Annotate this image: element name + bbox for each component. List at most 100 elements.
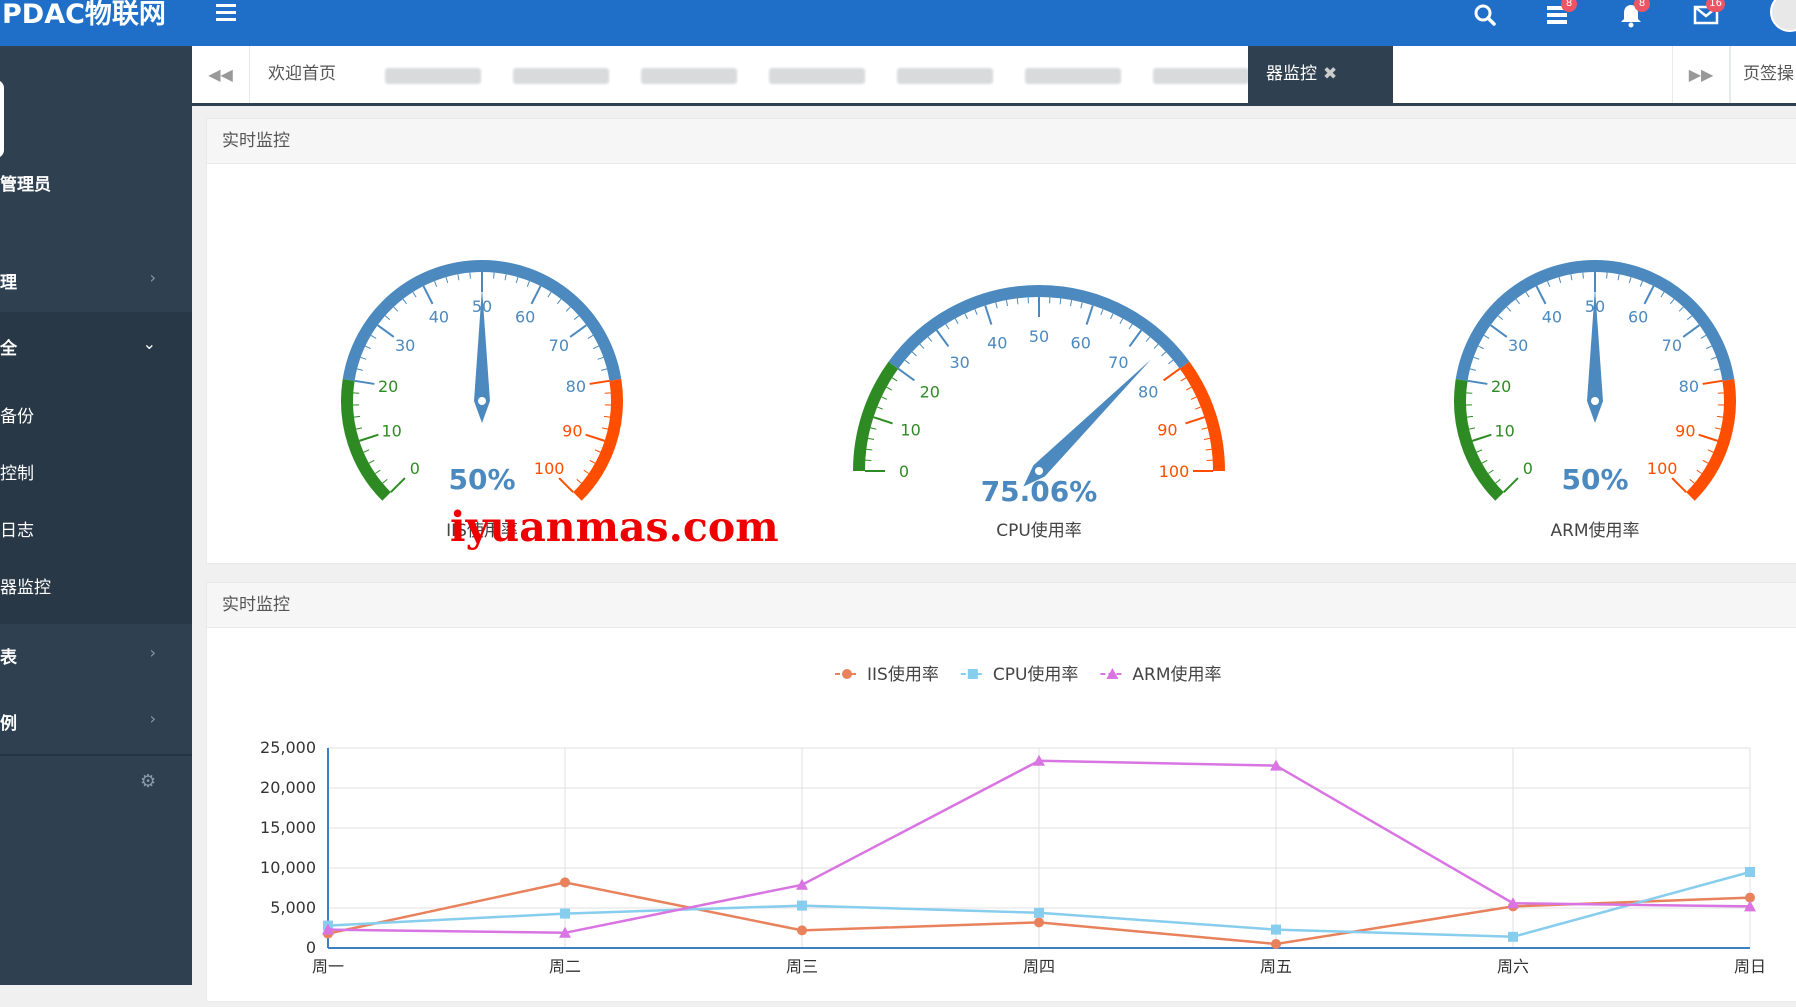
gauge-minor-tick	[1583, 273, 1584, 279]
gauge-minor-tick	[1629, 277, 1631, 283]
gauge-major-tick	[1087, 306, 1093, 325]
chart-point	[1034, 917, 1044, 927]
chart-point	[1271, 925, 1281, 935]
search-icon[interactable]	[1472, 2, 1498, 28]
gauge-minor-tick	[1571, 274, 1572, 280]
gauge-minor-tick	[595, 450, 601, 452]
gauge-major-tick	[355, 381, 375, 384]
gauge-minor-tick	[1701, 335, 1706, 338]
profile-picture[interactable]	[0, 80, 4, 158]
gauge-minor-tick	[1081, 302, 1082, 308]
sidebar-subitem-backup[interactable]: 备份	[0, 402, 34, 427]
gauge-minor-tick	[1161, 352, 1165, 356]
gauge-minor-tick	[1516, 299, 1520, 304]
tab-scroll-left-icon[interactable]: ◀◀	[192, 46, 250, 103]
tab-blurred[interactable]	[1135, 46, 1263, 103]
gauge-minor-tick	[1120, 319, 1123, 324]
gauge-major-tick	[1491, 325, 1507, 337]
sidebar-item-examples[interactable]: 例 ›	[0, 709, 192, 734]
gauge-minor-tick	[1670, 299, 1674, 304]
tab-welcome[interactable]: 欢迎首页	[250, 46, 354, 103]
gauge-tick-label: 10	[1494, 421, 1514, 440]
tasks-icon[interactable]: 8	[1545, 2, 1571, 28]
gauge-minor-tick	[1191, 397, 1196, 400]
gauge: 010203040506070809010050%ARM使用率	[1460, 266, 1730, 541]
gauge-minor-tick	[548, 292, 551, 297]
tab-blurred[interactable]	[367, 46, 495, 103]
gauge-value: 75.06%	[981, 475, 1098, 508]
gauge: 010203040506070809010075.06%CPU使用率	[859, 291, 1219, 541]
gauge-minor-tick	[965, 314, 968, 319]
avatar[interactable]	[1770, 0, 1796, 32]
gauge-minor-tick	[1507, 307, 1511, 311]
gauge-major-tick	[586, 435, 605, 441]
gauge-minor-tick	[574, 316, 579, 320]
gauge-minor-tick	[1467, 416, 1473, 417]
profile-username[interactable]: 管理员	[0, 170, 51, 195]
tab-blurred[interactable]	[879, 46, 1007, 103]
tab-blurred[interactable]	[495, 46, 623, 103]
gauge-minor-tick	[1717, 416, 1723, 417]
gauge-major-tick	[1703, 381, 1723, 384]
gauge-minor-tick	[1206, 449, 1212, 450]
sidebar-item-reports[interactable]: 表 ›	[0, 643, 192, 668]
chart-x-tick-label: 周一	[312, 957, 344, 976]
chart-point	[1745, 867, 1755, 877]
panel-title: 实时监控	[207, 119, 1796, 164]
gauge-major-tick	[570, 325, 586, 337]
gauge-minor-tick	[1714, 369, 1720, 370]
gauge-minor-tick	[1017, 298, 1018, 304]
tab-blurred[interactable]	[751, 46, 879, 103]
gauge-pointer-center	[1591, 397, 1599, 405]
gauge-minor-tick	[1690, 479, 1695, 483]
gauge-tick-label: 90	[1675, 421, 1695, 440]
close-icon[interactable]: ✖	[1323, 64, 1337, 84]
sidebar-subitem-control[interactable]: 控制	[0, 459, 34, 484]
chart-point	[1508, 932, 1518, 942]
sidebar-subitem-server-monitor[interactable]: 器监控	[0, 573, 51, 598]
sidebar-subitem-log[interactable]: 日志	[0, 516, 34, 541]
sidebar-item-security[interactable]: 全 ⌄	[0, 334, 192, 359]
gauge-major-tick	[1644, 286, 1653, 304]
gauge-minor-tick	[975, 309, 977, 315]
gauge-minor-tick	[598, 357, 604, 359]
gauge-major-tick	[1699, 435, 1718, 441]
chart-legend-label: ARM使用率	[1132, 664, 1221, 685]
tab-scroll-right-icon[interactable]: ▶▶	[1672, 46, 1730, 103]
gauge-minor-tick	[1070, 300, 1071, 306]
sidebar-item-management[interactable]: 理 ›	[0, 268, 192, 293]
envelope-icon[interactable]: 16	[1693, 2, 1719, 28]
chart-y-tick-label: 5,000	[270, 898, 316, 917]
bell-icon[interactable]: 8	[1618, 2, 1644, 28]
gauge-tick-label: 0	[899, 462, 909, 481]
menu-toggle-icon[interactable]	[216, 4, 236, 22]
gauge-minor-tick	[516, 277, 518, 283]
gauge-minor-tick	[1687, 316, 1692, 320]
gauge-minor-tick	[435, 281, 437, 287]
gauge-minor-tick	[557, 299, 561, 304]
gauge-tick-label: 80	[566, 377, 586, 396]
gauge-minor-tick	[602, 428, 608, 429]
chart-x-tick-label: 周三	[786, 957, 818, 976]
tab-blurred[interactable]	[1007, 46, 1135, 103]
gauge-minor-tick	[584, 470, 589, 473]
gauge-major-tick	[1536, 286, 1545, 304]
gauge-minor-tick	[446, 277, 448, 283]
gauge-minor-tick	[1204, 438, 1210, 439]
gauge-minor-tick	[996, 302, 997, 308]
tab-server-monitor[interactable]: 器监控✖	[1248, 46, 1393, 103]
gauge-tick-label: 60	[1071, 334, 1091, 353]
gauge-minor-tick	[1060, 298, 1061, 304]
gauge-minor-tick	[920, 344, 924, 348]
gauge-minor-tick	[1488, 470, 1493, 473]
chart-x-tick-label: 周二	[549, 957, 581, 976]
gauge-major-tick	[531, 286, 540, 304]
gauge-minor-tick	[1482, 460, 1487, 463]
gauge-minor-tick	[375, 470, 380, 473]
tab-operations-button[interactable]: 页签操作	[1730, 46, 1796, 103]
tab-blurred[interactable]	[623, 46, 751, 103]
gear-icon[interactable]: ⚙	[140, 771, 156, 792]
sidebar-item-label: 理	[0, 273, 17, 293]
chart-point	[560, 909, 570, 919]
gauge-tick-label: 90	[562, 421, 582, 440]
